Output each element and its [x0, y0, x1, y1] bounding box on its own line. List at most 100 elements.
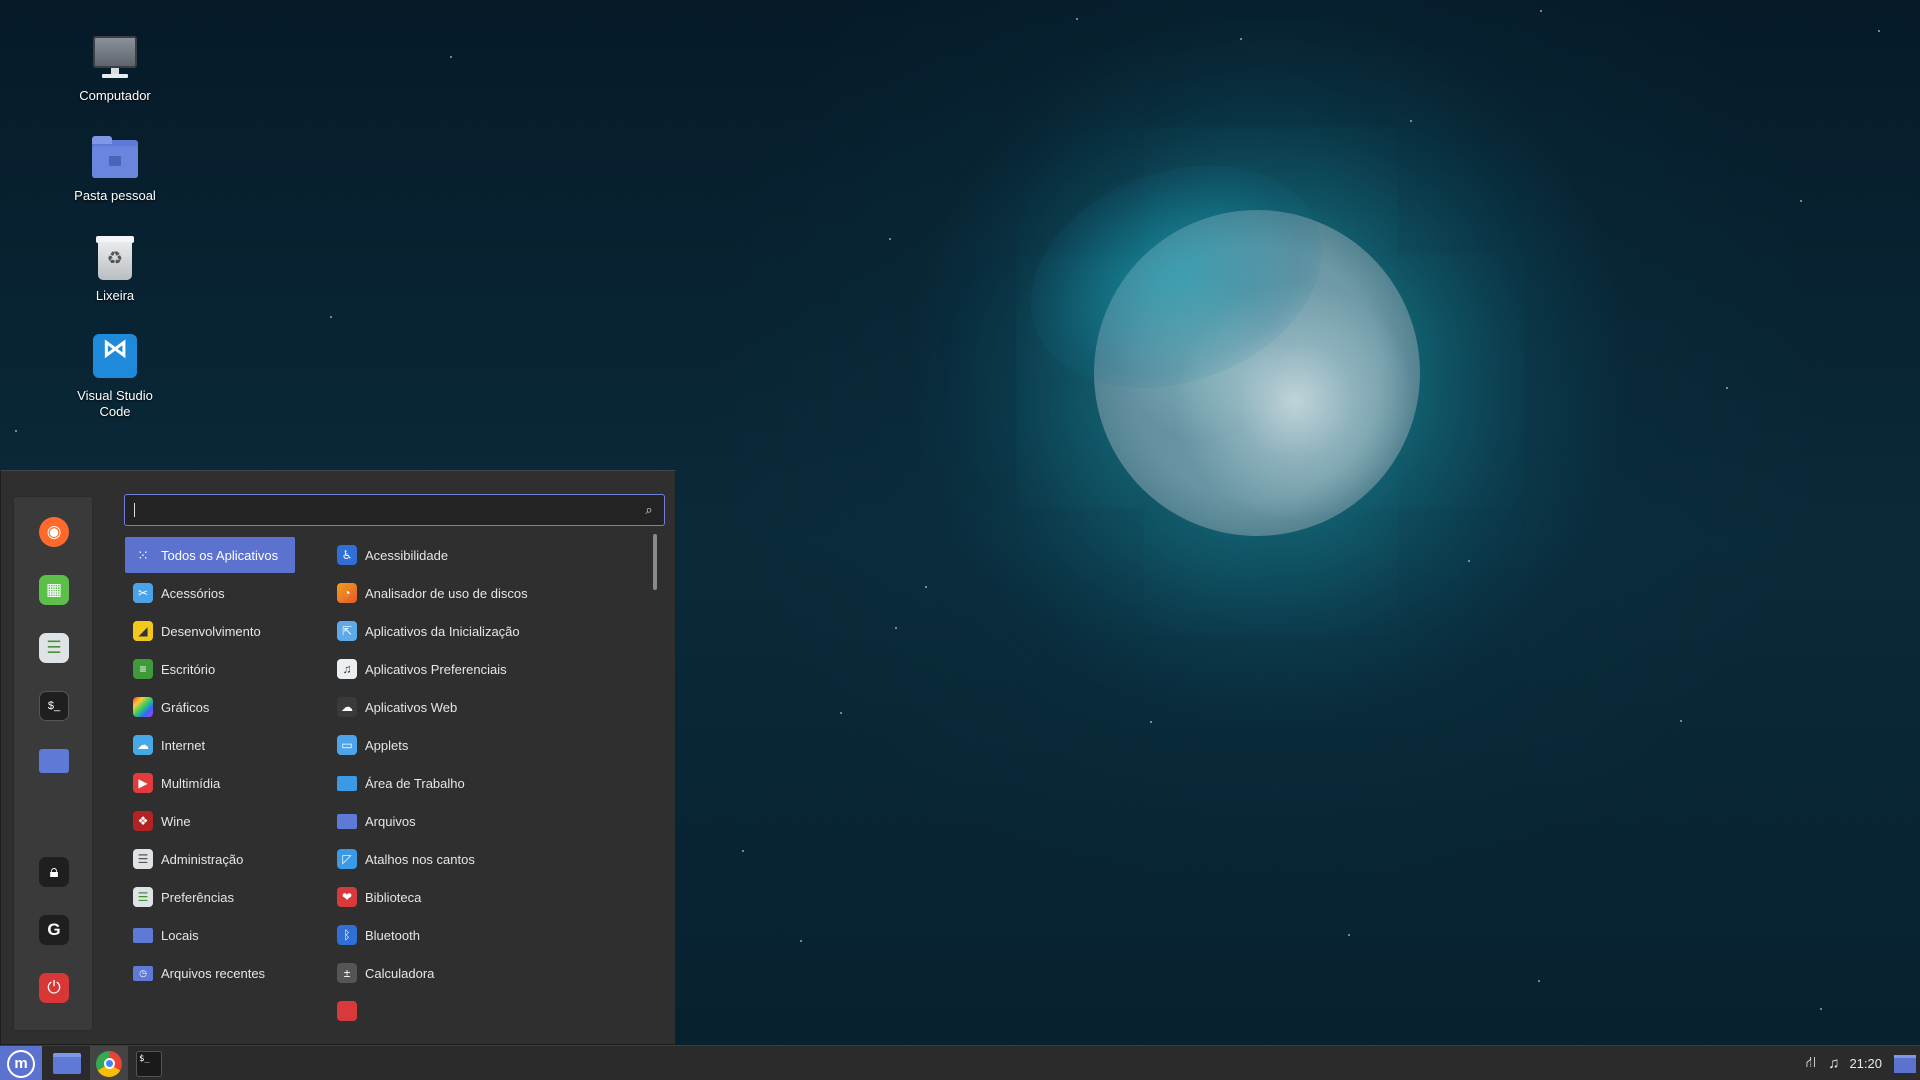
wine-icon: ❖ [133, 811, 153, 831]
trash-icon: ♻ [90, 232, 140, 282]
logout-icon[interactable]: G [39, 915, 69, 945]
folder-icon[interactable] [39, 749, 69, 773]
graphics-icon [133, 697, 153, 717]
recent-files-icon: ◷ [133, 965, 153, 981]
app-label: Acessibilidade [365, 547, 449, 563]
app-label: Aplicativos da Inicialização [365, 623, 520, 639]
app-item-library[interactable]: ❤ Biblioteca [331, 879, 631, 915]
search-input[interactable] [133, 500, 633, 520]
app-label: Área de Trabalho [365, 775, 465, 791]
places-icon [133, 927, 153, 943]
category-item-graphics[interactable]: Gráficos [125, 689, 295, 725]
desktop-icon-label: Lixeira [95, 288, 135, 303]
category-label: Todos os Aplicativos [161, 547, 279, 563]
calculator-icon: ± [337, 963, 357, 983]
category-list: ⁙ Todos os Aplicativos ✂ Acessórios ◢ De… [125, 537, 295, 993]
vscode-icon: ⋈ [90, 332, 140, 382]
network-icon[interactable]: ⛙ [1806, 1054, 1817, 1073]
multimedia-icon: ▶ [133, 773, 153, 793]
app-label: Applets [365, 737, 409, 753]
app-label: Aplicativos Preferenciais [365, 661, 507, 677]
category-label: Internet [161, 737, 206, 753]
category-label: Arquivos recentes [161, 965, 266, 981]
app-label: Bluetooth [365, 927, 420, 943]
accessibility-icon: ♿︎ [337, 545, 357, 565]
app-item-preferred-apps[interactable]: ♫ Aplicativos Preferenciais [331, 651, 631, 687]
desktop-icon-vscode[interactable]: ⋈ Visual Studio Code [60, 332, 170, 420]
desktop-icon-trash[interactable]: ♻ Lixeira [60, 232, 170, 304]
category-label: Multimídia [161, 775, 221, 791]
web-apps-icon: ☁ [337, 697, 357, 717]
preferred-apps-icon: ♫ [337, 659, 357, 679]
folder-icon [53, 1053, 81, 1074]
clock[interactable]: 21:20 [1849, 1056, 1882, 1071]
preferences-icon: ☰ [133, 887, 153, 907]
app-item-calculator[interactable]: ± Calculadora [331, 955, 631, 991]
category-label: Escritório [161, 661, 216, 677]
desktop-icon-home[interactable]: Pasta pessoal [60, 132, 170, 204]
desktop-icon-label: Pasta pessoal [74, 188, 156, 203]
category-item-office[interactable]: ≡ Escritório [125, 651, 295, 687]
category-item-recent-files[interactable]: ◷ Arquivos recentes [125, 955, 295, 991]
app-item-applets[interactable]: ▭ Applets [331, 727, 631, 763]
settings-toggle-icon[interactable]: ☰ [39, 633, 69, 663]
partial-app-icon [337, 1001, 357, 1021]
app-list-scrollbar[interactable] [653, 534, 657, 590]
desktop-icon [337, 775, 357, 791]
lock-icon[interactable]: 🔒︎ [39, 857, 69, 887]
app-label: Aplicativos Web [365, 699, 458, 715]
category-item-multimedia[interactable]: ▶ Multimídia [125, 765, 295, 801]
category-item-places[interactable]: Locais [125, 917, 295, 953]
applets-icon: ▭ [337, 735, 357, 755]
music-note-icon[interactable]: ♫ [1828, 1055, 1839, 1072]
menu-button[interactable]: m [0, 1046, 42, 1080]
app-item-files[interactable]: Arquivos [331, 803, 631, 839]
hot-corners-icon: ◸ [337, 849, 357, 869]
bluetooth-icon: ᛒ [337, 925, 357, 945]
spreadsheet-icon[interactable]: ▦ [39, 575, 69, 605]
app-item-disk-usage[interactable]: ◔ Analisador de uso de discos [331, 575, 631, 611]
search-box[interactable]: ⌕ [124, 494, 665, 526]
app-item-web-apps[interactable]: ☁ Aplicativos Web [331, 689, 631, 725]
taskbar-files-launcher[interactable] [48, 1046, 86, 1080]
chrome-icon [96, 1050, 122, 1077]
category-item-administration[interactable]: ☰ Administração [125, 841, 295, 877]
computer-icon [90, 32, 140, 82]
app-item-hot-corners[interactable]: ◸ Atalhos nos cantos [331, 841, 631, 877]
category-item-accessories[interactable]: ✂ Acessórios [125, 575, 295, 611]
category-item-development[interactable]: ◢ Desenvolvimento [125, 613, 295, 649]
category-label: Locais [161, 927, 199, 943]
app-item-desktop[interactable]: Área de Trabalho [331, 765, 631, 801]
app-item-bluetooth[interactable]: ᛒ Bluetooth [331, 917, 631, 953]
taskbar-terminal-launcher[interactable]: $_ [132, 1046, 166, 1080]
files-icon [337, 813, 357, 829]
taskbar-chrome-launcher[interactable] [90, 1046, 128, 1080]
accessories-icon: ✂ [133, 583, 153, 603]
category-item-wine[interactable]: ❖ Wine [125, 803, 295, 839]
terminal-icon[interactable]: $_ [39, 691, 69, 721]
favorites-sidebar: ◉ ▦ ☰ $_ 🔒︎ G ⏻ [13, 496, 93, 1031]
administration-icon: ☰ [133, 849, 153, 869]
workspace-switcher-icon[interactable] [1894, 1054, 1916, 1073]
category-label: Administração [161, 851, 244, 867]
text-caret [134, 503, 135, 517]
app-item-startup-apps[interactable]: ⇱ Aplicativos da Inicialização [331, 613, 631, 649]
development-icon: ◢ [133, 621, 153, 641]
desktop-icon-computer[interactable]: Computador [60, 32, 170, 104]
application-menu: ◉ ▦ ☰ $_ 🔒︎ G ⏻ ⌕ ⁙ Todos os Aplicativos… [0, 470, 676, 1045]
category-item-internet[interactable]: ☁ Internet [125, 727, 295, 763]
app-item-partial [331, 993, 631, 1027]
category-label: Desenvolvimento [161, 623, 261, 639]
search-icon: ⌕ [645, 502, 653, 517]
firefox-icon[interactable]: ◉ [39, 517, 69, 547]
internet-icon: ☁ [133, 735, 153, 755]
category-label: Gráficos [161, 699, 210, 715]
office-icon: ≡ [133, 659, 153, 679]
application-list: ♿︎ Acessibilidade ◔ Analisador de uso de… [331, 537, 631, 1027]
app-item-accessibility[interactable]: ♿︎ Acessibilidade [331, 537, 631, 573]
power-icon[interactable]: ⏻ [39, 973, 69, 1003]
grid-icon: ⁙ [137, 546, 149, 563]
category-item-all[interactable]: ⁙ Todos os Aplicativos [125, 537, 295, 573]
terminal-icon: $_ [136, 1050, 162, 1077]
category-item-preferences[interactable]: ☰ Preferências [125, 879, 295, 915]
